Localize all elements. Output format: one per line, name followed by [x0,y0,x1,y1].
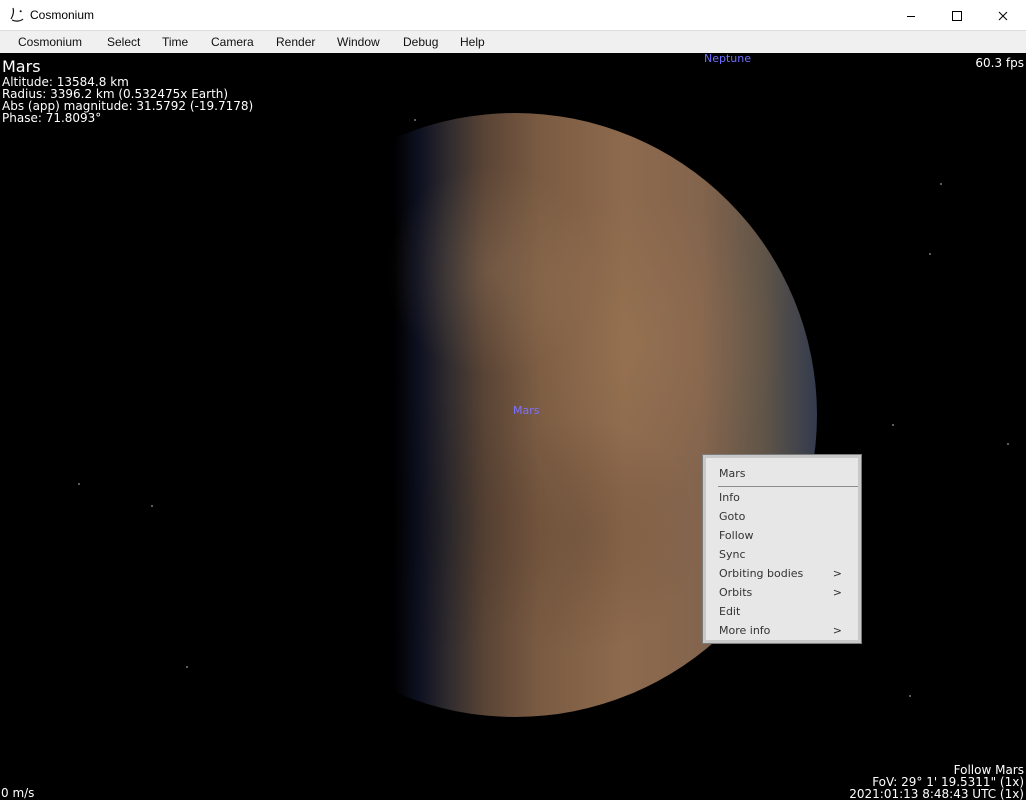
space-viewport[interactable]: Neptune 60.3 fps Mars Altitude: 13584.8 … [0,53,1026,800]
star [414,119,416,121]
star [78,483,80,485]
menu-bar: Cosmonium Select Time Camera Render Wind… [0,31,1026,53]
context-menu-separator [718,486,858,487]
menu-time[interactable]: Time [162,35,188,49]
selected-body-name: Mars [2,57,41,76]
close-button[interactable] [980,0,1026,31]
star [929,253,931,255]
context-item-follow[interactable]: Follow [719,529,754,542]
context-item-sync[interactable]: Sync [719,548,746,561]
star [940,183,942,185]
close-icon [998,11,1008,21]
context-menu-title: Mars [719,467,746,480]
menu-render[interactable]: Render [276,35,315,49]
context-submenu-arrow: > [832,567,842,580]
maximize-icon [952,10,962,21]
context-item-orbiting-bodies[interactable]: Orbiting bodies [719,567,803,580]
context-submenu-arrow: > [832,586,842,599]
menu-window[interactable]: Window [337,35,380,49]
star [892,424,894,426]
context-item-orbits[interactable]: Orbits [719,586,752,599]
context-item-goto[interactable]: Goto [719,510,745,523]
speed-readout: 0 m/s [1,786,35,800]
star [151,505,153,507]
star [186,666,188,668]
maximize-button[interactable] [934,0,980,31]
context-item-more-info[interactable]: More info [719,624,770,637]
minimize-icon [906,11,916,21]
window-title: Cosmonium [30,8,95,22]
neptune-label[interactable]: Neptune [704,53,751,65]
context-item-edit[interactable]: Edit [719,605,740,618]
context-submenu-arrow: > [832,624,842,637]
mars-label[interactable]: Mars [513,404,540,417]
menu-cosmonium[interactable]: Cosmonium [18,35,82,49]
context-item-info[interactable]: Info [719,491,740,504]
fps-counter: 60.3 fps [975,56,1024,70]
star [909,695,911,697]
star [1007,443,1009,445]
title-bar: Cosmonium [0,0,1026,31]
menu-debug[interactable]: Debug [403,35,438,49]
phase-readout: Phase: 71.8093° [2,111,102,125]
minimize-button[interactable] [888,0,934,31]
menu-help[interactable]: Help [460,35,485,49]
menu-camera[interactable]: Camera [211,35,254,49]
datetime-readout: 2021:01:13 8:48:43 UTC (1x) [849,787,1024,800]
menu-select[interactable]: Select [107,35,140,49]
context-menu: Mars Info Goto Follow Sync Orbiting bodi… [703,455,861,643]
app-icon [8,7,24,23]
